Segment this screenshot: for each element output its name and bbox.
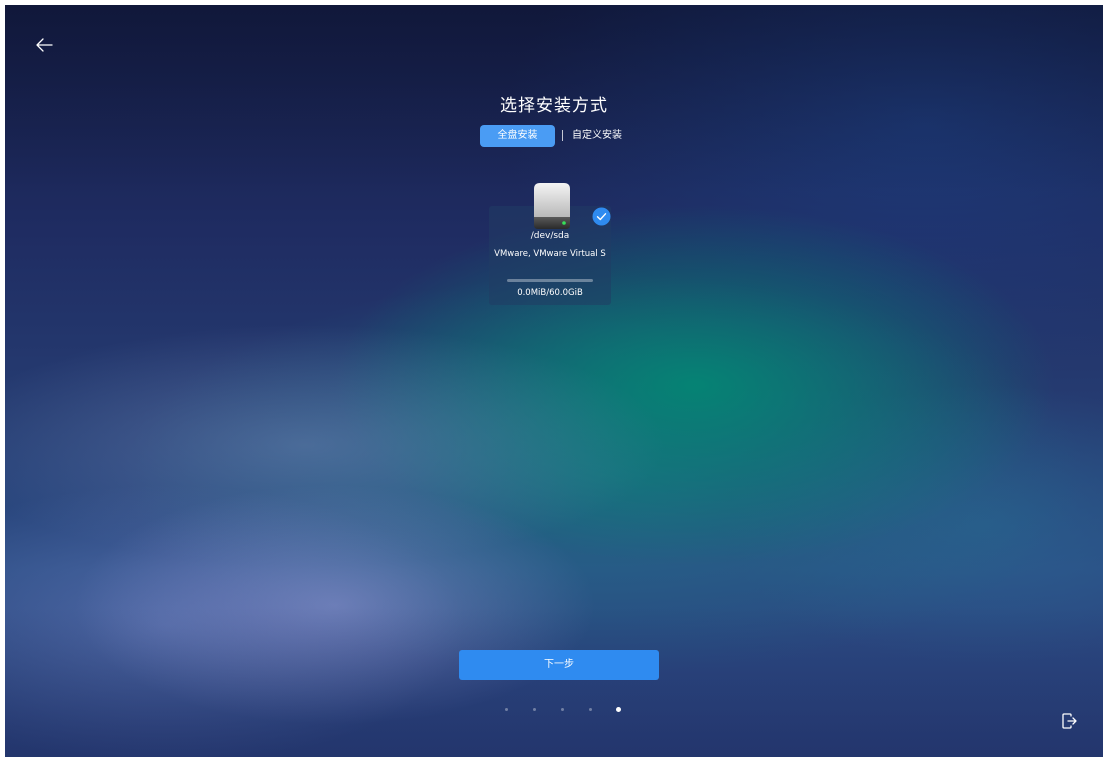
disk-name: /dev/sda [530,231,570,241]
selected-check-icon [592,207,611,226]
step-dot [616,707,621,712]
page-title: 选择安装方式 [500,96,608,116]
step-dot [561,708,564,711]
arrow-left-icon [36,38,53,52]
disk-usage-bar [507,279,593,282]
back-button[interactable] [35,35,57,55]
installer-screen: 选择安装方式 全盘安装 自定义安装 /dev/sda VMware, VMwar… [5,5,1103,757]
disk-size: 0.0MiB/60.0GiB [517,288,583,298]
step-dot [533,708,536,711]
tab-custom-install[interactable]: 自定义安装 [572,125,632,147]
exit-icon [1062,713,1077,729]
step-dot [589,708,592,711]
tab-divider [562,130,563,141]
disk-model: VMware, VMware Virtual S [494,249,606,259]
step-indicator [498,705,628,715]
next-button[interactable]: 下一步 [459,650,659,680]
hard-drive-icon [528,181,576,231]
step-dot [505,708,508,711]
exit-button[interactable] [1060,712,1078,730]
tab-full-disk-install[interactable]: 全盘安装 [480,125,555,147]
